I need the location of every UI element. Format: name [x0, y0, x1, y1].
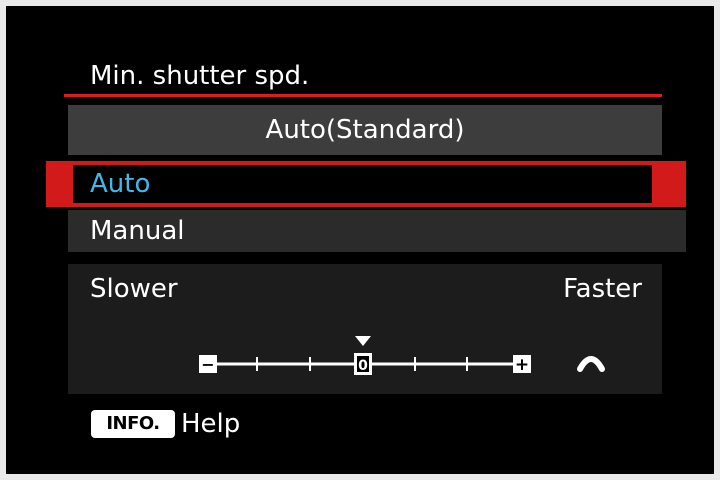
- help-label: Help: [181, 409, 241, 439]
- plus-symbol: +: [515, 355, 529, 375]
- option-auto-highlight: [73, 165, 652, 203]
- scale-minus-end: −: [199, 355, 217, 374]
- camera-menu-screen: Min. shutter spd. Auto(Standard) Auto Ma…: [0, 0, 720, 480]
- minus-symbol: −: [201, 355, 214, 374]
- option-manual[interactable]: Manual: [68, 210, 686, 252]
- scale-plus-end: +: [513, 355, 531, 375]
- info-button[interactable]: INFO.: [91, 410, 175, 438]
- option-manual-label: Manual: [90, 216, 185, 246]
- scale-graphic: − + 0: [199, 336, 605, 375]
- scale-center-marker: 0: [354, 353, 372, 375]
- shutter-speed-scale-panel: Slower Faster − + 0: [68, 264, 662, 394]
- title-divider: [64, 94, 662, 97]
- triangle-down-icon: [355, 336, 371, 346]
- option-auto-label: Auto: [90, 169, 151, 199]
- main-dial-icon: [577, 356, 605, 372]
- option-auto[interactable]: Auto: [46, 161, 686, 207]
- current-setting-display: Auto(Standard): [68, 105, 662, 155]
- menu-title: Min. shutter spd.: [90, 61, 310, 91]
- center-value: 0: [358, 358, 368, 374]
